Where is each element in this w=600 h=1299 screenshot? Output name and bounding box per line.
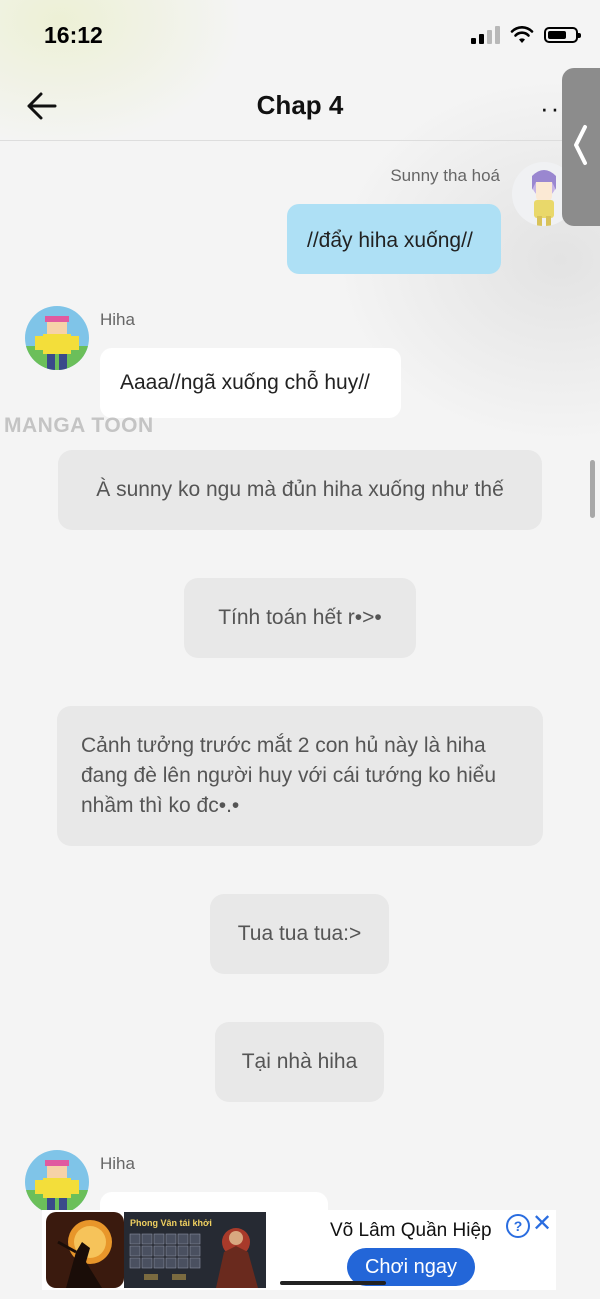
scrollbar[interactable]: [590, 460, 595, 518]
narration-block: Tính toán hết r•>•: [184, 578, 416, 658]
status-icons: [471, 26, 581, 44]
signal-icon: [471, 26, 500, 44]
ad-banner[interactable]: Phong Vân tái khởi Võ Lâm Quần Hiệp ? ✕ …: [42, 1210, 556, 1290]
speaker-name: Hiha: [100, 1154, 135, 1173]
battery-level: [548, 31, 567, 39]
ad-title: Võ Lâm Quần Hiệp: [330, 1220, 492, 1241]
ad-info-icon[interactable]: ?: [506, 1214, 530, 1238]
narration-block: À sunny ko ngu mà đủn hiha xuống như thế: [58, 450, 542, 530]
status-bar: 16:12: [0, 0, 600, 70]
page-title: Chap 4: [256, 90, 344, 120]
narration-block: Tại nhà hiha: [215, 1022, 384, 1102]
message-bubble-sunny: //đẩy hiha xuống//: [287, 204, 501, 274]
avatar-hiha[interactable]: [25, 1150, 89, 1214]
message-bubble-hiha: Aaaa//ngã xuống chỗ huy//: [100, 348, 401, 418]
home-indicator[interactable]: [280, 1281, 386, 1285]
ad-game-icon: [46, 1212, 124, 1288]
chevron-left-icon: [574, 125, 587, 165]
avatar-hiha[interactable]: [25, 306, 89, 370]
more-options-icon[interactable]: ··: [540, 95, 561, 121]
narration-block: Tua tua tua:>: [210, 894, 389, 974]
side-panel-toggle[interactable]: [562, 68, 600, 226]
speaker-name: Sunny tha hoá: [390, 166, 500, 185]
narration-block: Cảnh tưởng trước mắt 2 con hủ này là hih…: [57, 706, 543, 846]
status-time: 16:12: [44, 22, 103, 48]
nav-bar: Chap 4 ··: [0, 70, 600, 141]
speaker-name: Hiha: [100, 310, 135, 329]
wifi-icon: [510, 26, 534, 43]
battery-icon: [544, 27, 581, 43]
ad-close-icon[interactable]: ✕: [532, 1212, 552, 1236]
ad-screenshot: Phong Vân tái khởi: [124, 1212, 266, 1288]
watermark-logo: MANGA TOON: [4, 414, 154, 437]
